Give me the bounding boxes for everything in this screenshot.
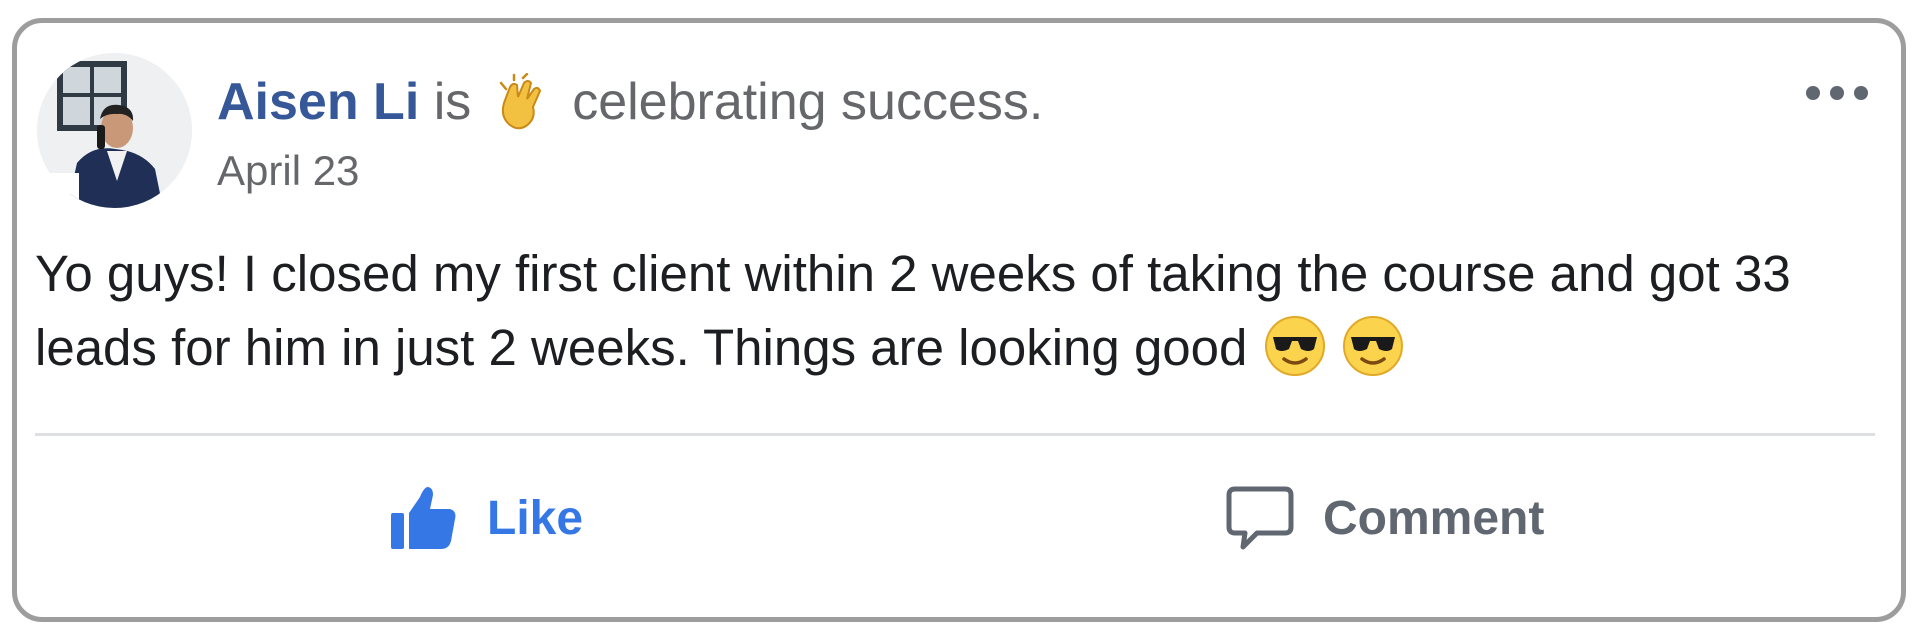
post-timestamp[interactable]: April 23 [217, 147, 359, 195]
post-card: Aisen Li is celebrating success. April 2… [12, 18, 1906, 622]
sunglasses-emoji-icon [1264, 315, 1326, 377]
avatar-photo [37, 53, 192, 208]
post-body-text: Yo guys! I closed my first client within… [35, 245, 1791, 376]
post-headline: Aisen Li is celebrating success. [217, 69, 1043, 137]
clapping-hands-icon [492, 73, 552, 133]
comment-label: Comment [1323, 491, 1545, 545]
author-name-link[interactable]: Aisen Li [217, 73, 419, 131]
author-avatar[interactable] [37, 53, 192, 208]
sunglasses-emoji-icon [1342, 315, 1404, 377]
like-label: Like [487, 491, 584, 545]
actions-divider [35, 433, 1875, 436]
comment-button[interactable]: Comment [1225, 473, 1544, 563]
headline-activity: celebrating success. [572, 73, 1044, 131]
like-button[interactable]: Like [389, 473, 583, 563]
more-options-icon[interactable] [1803, 75, 1871, 111]
thumbs-up-icon [389, 483, 459, 553]
headline-verb: is [433, 73, 472, 131]
speech-bubble-icon [1225, 483, 1295, 553]
post-body: Yo guys! I closed my first client within… [35, 237, 1835, 385]
